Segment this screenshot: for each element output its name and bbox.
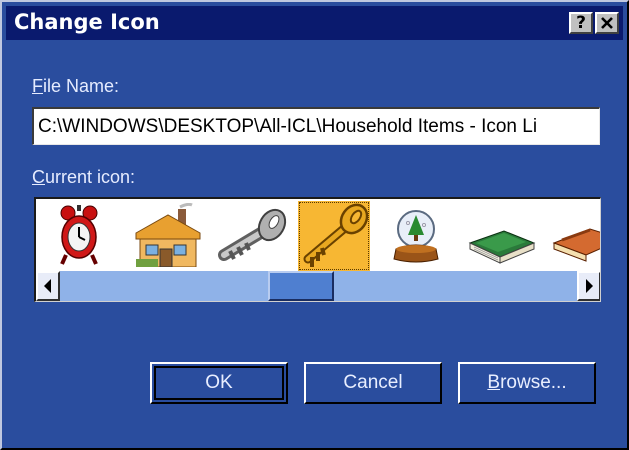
browse-button[interactable]: Browse...	[458, 362, 596, 404]
change-icon-dialog: Change Icon ? File Name: C:\WINDOWS\DESK…	[0, 0, 629, 450]
file-name-label: File Name:	[32, 76, 120, 96]
house-icon[interactable]	[132, 202, 204, 268]
left-arrow-icon	[44, 279, 51, 293]
dialog-title: Change Icon	[14, 10, 160, 34]
icon-list[interactable]	[34, 197, 601, 302]
title-bar[interactable]: Change Icon ?	[6, 6, 623, 40]
silver-key-icon[interactable]	[216, 203, 288, 267]
icon-strip	[36, 199, 600, 271]
cancel-button[interactable]: Cancel	[304, 362, 442, 404]
close-button[interactable]	[595, 12, 619, 34]
help-button[interactable]: ?	[569, 12, 593, 34]
current-icon-label: Current icon:	[32, 167, 136, 187]
ok-button[interactable]: OK	[150, 362, 288, 404]
gold-key-icon[interactable]	[298, 201, 370, 271]
scroll-thumb[interactable]	[268, 271, 334, 301]
matchbox-icon[interactable]	[550, 203, 600, 267]
close-icon	[601, 17, 613, 29]
horizontal-scrollbar[interactable]	[36, 271, 600, 301]
snow-globe-icon[interactable]	[382, 203, 454, 267]
scroll-left-button[interactable]	[36, 271, 60, 301]
right-arrow-icon	[586, 279, 593, 293]
alarm-clock-icon[interactable]	[48, 203, 120, 267]
scroll-right-button[interactable]	[577, 271, 600, 301]
file-name-input[interactable]: C:\WINDOWS\DESKTOP\All-ICL\Household Ite…	[32, 107, 600, 145]
book-icon[interactable]	[466, 203, 538, 267]
